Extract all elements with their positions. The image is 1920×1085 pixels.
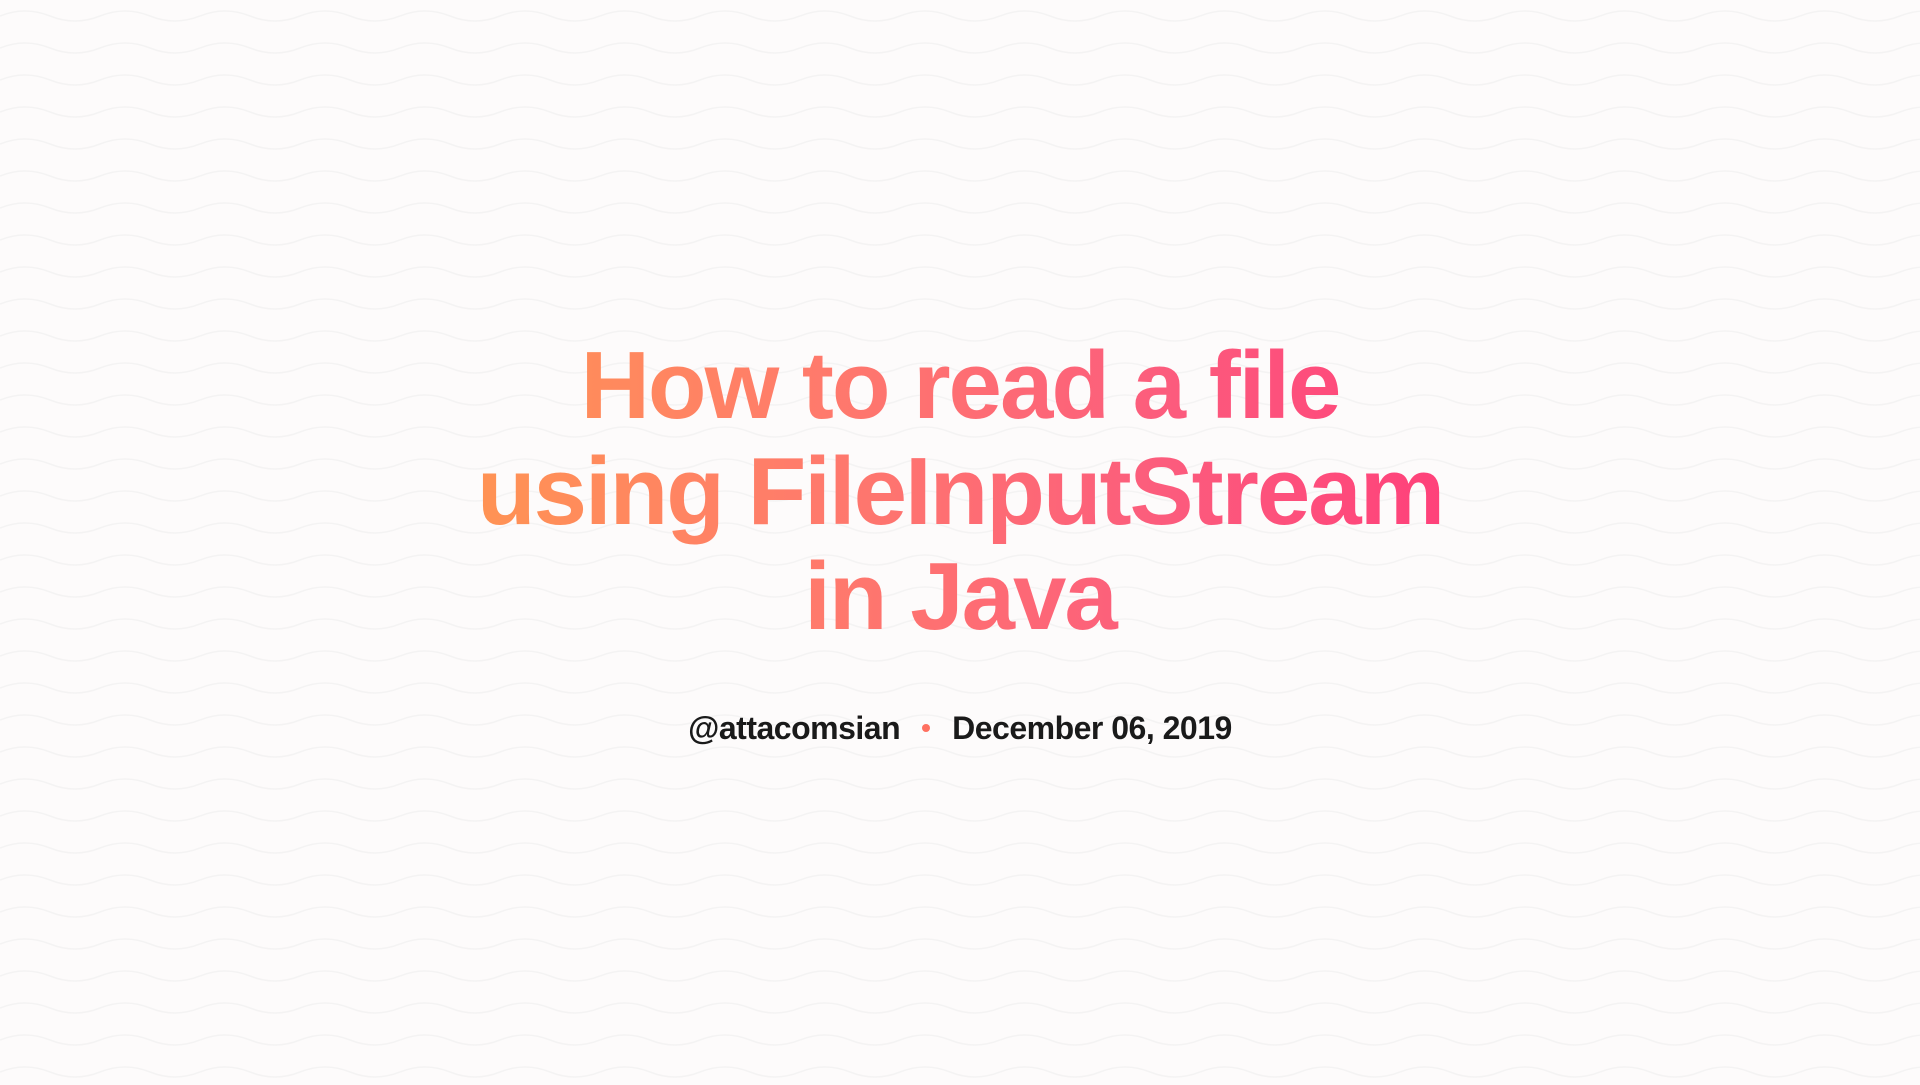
article-card: How to read a file using FileInputStream… — [410, 333, 1510, 747]
author-handle: @attacomsian — [688, 710, 900, 747]
article-meta: @attacomsian December 06, 2019 — [450, 710, 1470, 747]
publish-date: December 06, 2019 — [952, 710, 1232, 747]
separator-dot-icon — [922, 724, 930, 732]
article-title: How to read a file using FileInputStream… — [450, 333, 1470, 650]
